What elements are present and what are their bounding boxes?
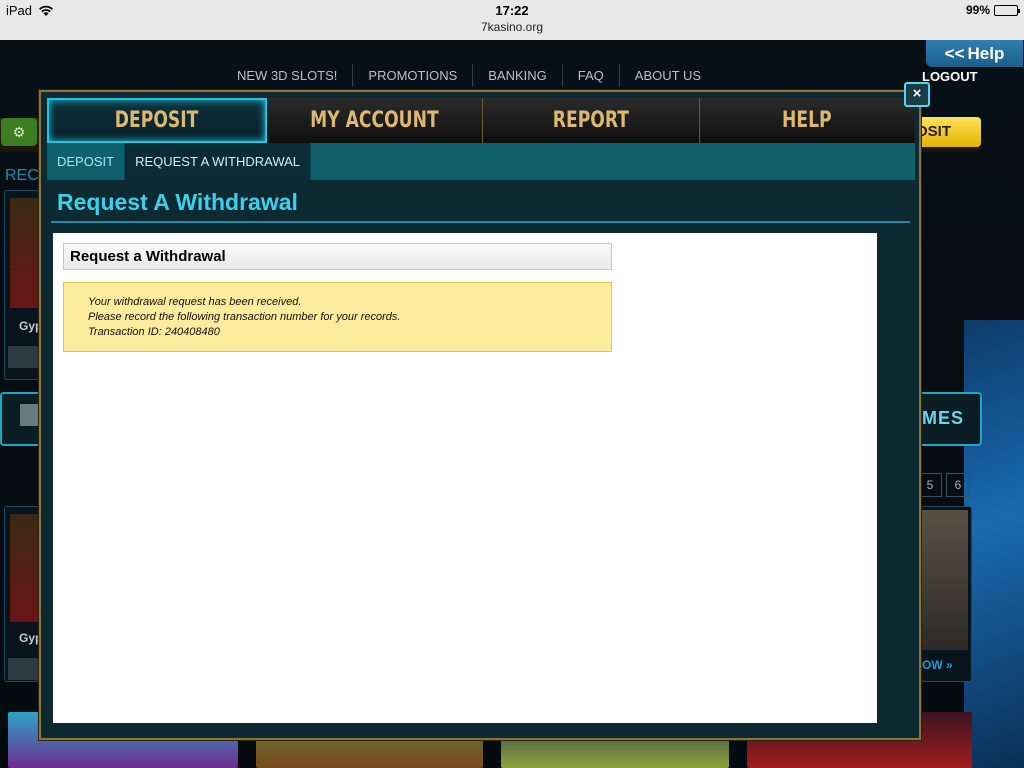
- content-panel: Request a Withdrawal Your withdrawal req…: [53, 233, 877, 723]
- sub-tab-bar: DEPOSIT REQUEST A WITHDRAWAL: [47, 143, 915, 180]
- play-button[interactable]: [8, 346, 42, 368]
- category-icon: [20, 404, 40, 426]
- status-right: 99%: [965, 3, 1020, 17]
- box-title: Request a Withdrawal: [63, 243, 612, 270]
- help-button[interactable]: << Help: [926, 40, 1023, 67]
- battery-percent: 99%: [965, 3, 990, 17]
- game-thumbnail[interactable]: [10, 198, 38, 308]
- confirmation-notice: Your withdrawal request has been receive…: [63, 282, 612, 352]
- heading-divider: [51, 221, 910, 223]
- play-button[interactable]: [8, 658, 42, 680]
- close-icon[interactable]: ×: [904, 82, 930, 107]
- games-category-label: MES: [922, 408, 965, 428]
- logout-link[interactable]: LOGOUT: [922, 69, 978, 84]
- background-glow: [964, 320, 1024, 768]
- page-5-button[interactable]: 5: [918, 473, 942, 497]
- tab-my-account[interactable]: MY ACCOUNT: [266, 98, 483, 143]
- clock: 17:22: [495, 3, 529, 18]
- notice-line-record: Please record the following transaction …: [88, 311, 401, 323]
- settings-gear-icon[interactable]: ⚙: [1, 118, 37, 146]
- top-navigation: NEW 3D SLOTS! PROMOTIONS BANKING FAQ ABO…: [222, 64, 716, 87]
- transaction-id: Transaction ID: 240408480: [88, 326, 220, 338]
- account-modal: DEPOSIT MY ACCOUNT REPORT HELP DEPOSIT R…: [39, 90, 921, 740]
- help-arrows-icon: <<: [944, 43, 965, 63]
- main-tab-bar: DEPOSIT MY ACCOUNT REPORT HELP: [47, 98, 915, 143]
- tab-label: REPORT: [552, 108, 629, 133]
- ios-status-bar: iPad 17:22 7kasino.org 99%: [0, 0, 1024, 40]
- nav-faq[interactable]: FAQ: [563, 64, 620, 87]
- show-more-link[interactable]: OW »: [922, 658, 953, 672]
- nav-new-3d-slots[interactable]: NEW 3D SLOTS!: [222, 64, 354, 87]
- battery-icon: [994, 4, 1020, 16]
- address-url[interactable]: 7kasino.org: [0, 20, 1024, 34]
- recent-games-label: REC: [5, 167, 39, 184]
- subtab-request-withdrawal[interactable]: REQUEST A WITHDRAWAL: [125, 143, 312, 180]
- game-thumbnail[interactable]: [10, 514, 38, 622]
- help-label: Help: [967, 43, 1005, 63]
- page-6-button[interactable]: 6: [946, 473, 970, 497]
- tab-help[interactable]: HELP: [699, 98, 915, 143]
- tab-label: HELP: [782, 108, 833, 133]
- notice-line-received: Your withdrawal request has been receive…: [88, 296, 302, 308]
- game-thumbnail[interactable]: [920, 510, 968, 650]
- tab-deposit[interactable]: DEPOSIT: [47, 98, 267, 143]
- nav-promotions[interactable]: PROMOTIONS: [353, 64, 474, 87]
- tab-report[interactable]: REPORT: [483, 98, 700, 143]
- tab-label: DEPOSIT: [114, 108, 199, 133]
- nav-about-us[interactable]: ABOUT US: [620, 64, 716, 87]
- subtab-deposit[interactable]: DEPOSIT: [47, 143, 126, 180]
- page-title: Request A Withdrawal: [57, 189, 298, 215]
- nav-banking[interactable]: BANKING: [473, 64, 563, 87]
- tab-label: MY ACCOUNT: [309, 108, 439, 133]
